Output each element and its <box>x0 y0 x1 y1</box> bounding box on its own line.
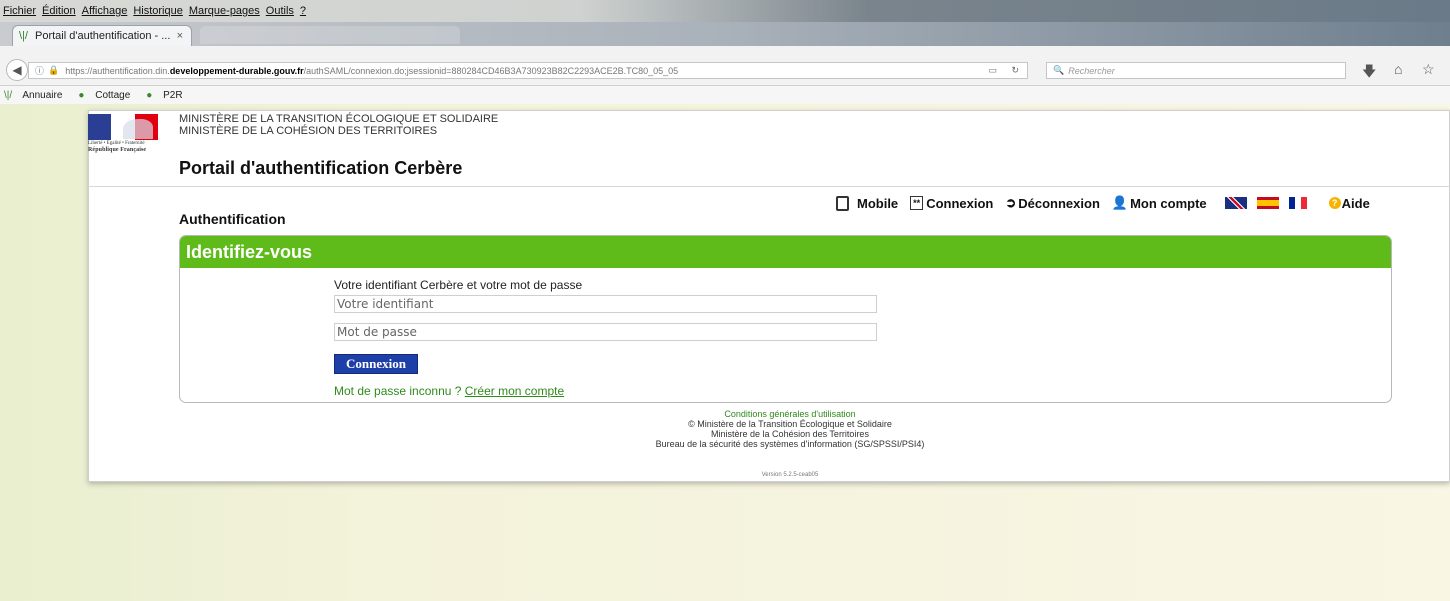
create-account-link[interactable]: Créer mon compte <box>465 384 564 398</box>
language-selector <box>1224 197 1317 209</box>
lock-icon: 🔒 <box>48 65 60 75</box>
bookmark-cottage[interactable]: ● Cottage <box>78 90 138 101</box>
spanish-flag-icon[interactable] <box>1256 197 1279 209</box>
info-icon[interactable]: ⓘ <box>35 64 44 77</box>
mon-compte-label: Mon compte <box>1130 195 1207 211</box>
bookmark-star-icon[interactable]: ☆ <box>1422 61 1435 78</box>
english-flag-icon[interactable] <box>1224 197 1247 209</box>
menu-edition[interactable]: Édition <box>42 5 76 17</box>
version-text: Version 5.2.5-ceab05 <box>761 472 819 478</box>
ministry-line-2: MINISTÈRE DE LA COHÉSION DES TERRITOIRES <box>179 125 438 137</box>
deconnexion-label: Déconnexion <box>1018 195 1100 211</box>
menu-help[interactable]: ? <box>300 5 306 17</box>
favicon-icon: \|/ <box>4 89 13 101</box>
aide-link[interactable]: ? Aide <box>1328 195 1370 211</box>
ministry-names: MINISTÈRE DE LA TRANSITION ÉCOLOGIQUE ET… <box>179 113 498 137</box>
bookmark-annuaire[interactable]: \|/ Annuaire <box>4 90 70 101</box>
url-path: /authSAML/connexion.do;jsessionid=880284… <box>303 65 679 76</box>
menu-outils[interactable]: Outils <box>266 5 294 17</box>
reader-view-icon[interactable]: ▭ <box>988 65 997 76</box>
globe-icon: ● <box>78 89 85 101</box>
url-bar[interactable]: ⓘ 🔒 https://authentification.din. develo… <box>28 62 1028 79</box>
top-navigation: Mobile ** Connexion ➲ Déconnexion 👤 Mon … <box>836 194 1382 212</box>
french-flag-icon[interactable] <box>1288 197 1307 209</box>
menu-fichier[interactable]: Fichier <box>3 5 36 17</box>
menu-marque-pages[interactable]: Marque-pages <box>189 5 260 17</box>
back-button[interactable]: ◀ <box>6 59 28 81</box>
deconnexion-link[interactable]: ➲ Déconnexion <box>1005 195 1100 211</box>
footer-copyright: © Ministère de la Transition Écologique … <box>688 419 892 429</box>
tab-strip: \|/ Portail d'authentification - ... × <box>0 22 1450 46</box>
bookmark-p2r[interactable]: ● P2R <box>146 90 190 101</box>
forgot-password-text: Mot de passe inconnu ? <box>334 384 465 398</box>
forgot-password-line: Mot de passe inconnu ? Créer mon compte <box>334 384 564 398</box>
ministry-line-1: MINISTÈRE DE LA TRANSITION ÉCOLOGIQUE ET… <box>179 113 499 125</box>
search-placeholder: Rechercher <box>1068 65 1115 76</box>
url-domain: developpement-durable.gouv.fr <box>169 65 304 76</box>
panel-title: Identifiez-vous <box>180 236 1391 268</box>
search-bar[interactable]: 🔍 Rechercher <box>1046 62 1346 79</box>
background-tab-area <box>200 26 460 44</box>
bookmark-label: Annuaire <box>22 89 63 101</box>
password-input[interactable]: Mot de passe <box>334 323 877 341</box>
menu-historique[interactable]: Historique <box>133 5 183 17</box>
close-tab-icon[interactable]: × <box>177 30 183 42</box>
reload-icon[interactable]: ↻ <box>1011 65 1019 76</box>
menu-affichage[interactable]: Affichage <box>82 5 128 17</box>
tab-title: Portail d'authentification - ... <box>35 30 171 42</box>
bookmark-label: P2R <box>163 89 183 101</box>
footer-ministry: Ministère de la Cohésion des Territoires <box>711 429 869 439</box>
republique-francaise-logo: Liberté • Égalité • Fraternité Républiqu… <box>88 114 158 158</box>
footer: Conditions générales d'utilisation © Min… <box>580 409 1000 449</box>
logo-name: République Française <box>88 147 147 153</box>
menu-bar: Fichier Édition Affichage Historique Mar… <box>0 0 1450 22</box>
url-prefix: https://authentification.din. <box>65 65 170 76</box>
section-title: Authentification <box>179 211 286 227</box>
bookmark-label: Cottage <box>95 89 131 101</box>
cgu-link[interactable]: Conditions générales d'utilisation <box>580 409 1000 419</box>
logo-text: Liberté • Égalité • Fraternité Républiqu… <box>88 141 158 153</box>
mon-compte-link[interactable]: 👤 Mon compte <box>1112 195 1207 211</box>
login-panel: Identifiez-vous <box>179 235 1392 403</box>
browser-tab[interactable]: \|/ Portail d'authentification - ... × <box>12 25 192 46</box>
help-icon: ? <box>1328 197 1341 209</box>
footer-bureau: Bureau de la sécurité des systèmes d'inf… <box>655 439 925 449</box>
login-icon: ** <box>910 196 924 210</box>
favicon-icon: \|/ <box>19 30 28 42</box>
search-icon: 🔍 <box>1053 65 1065 75</box>
header-divider <box>88 186 1450 187</box>
home-icon[interactable]: ⌂ <box>1394 61 1402 77</box>
aide-label: Aide <box>1341 195 1370 211</box>
connexion-button[interactable]: Connexion <box>334 354 418 374</box>
mobile-icon <box>836 195 849 211</box>
user-icon: 👤 <box>1111 195 1129 210</box>
globe-icon: ● <box>146 89 153 101</box>
portal-title: Portail d'authentification Cerbère <box>179 158 463 178</box>
download-icon[interactable]: 🡇 <box>1362 61 1376 85</box>
mobile-label: Mobile <box>857 195 899 211</box>
mobile-link[interactable]: Mobile <box>836 195 899 211</box>
connexion-link[interactable]: ** Connexion <box>910 196 993 211</box>
bookmarks-bar: \|/ Annuaire ● Cottage ● P2R <box>0 86 1450 104</box>
connexion-label: Connexion <box>926 195 994 211</box>
logout-icon: ➲ <box>1005 195 1017 210</box>
marianne-flag <box>88 114 158 140</box>
username-input[interactable]: Votre identifiant <box>334 295 877 313</box>
credentials-label: Votre identifiant Cerbère et votre mot d… <box>334 278 583 292</box>
